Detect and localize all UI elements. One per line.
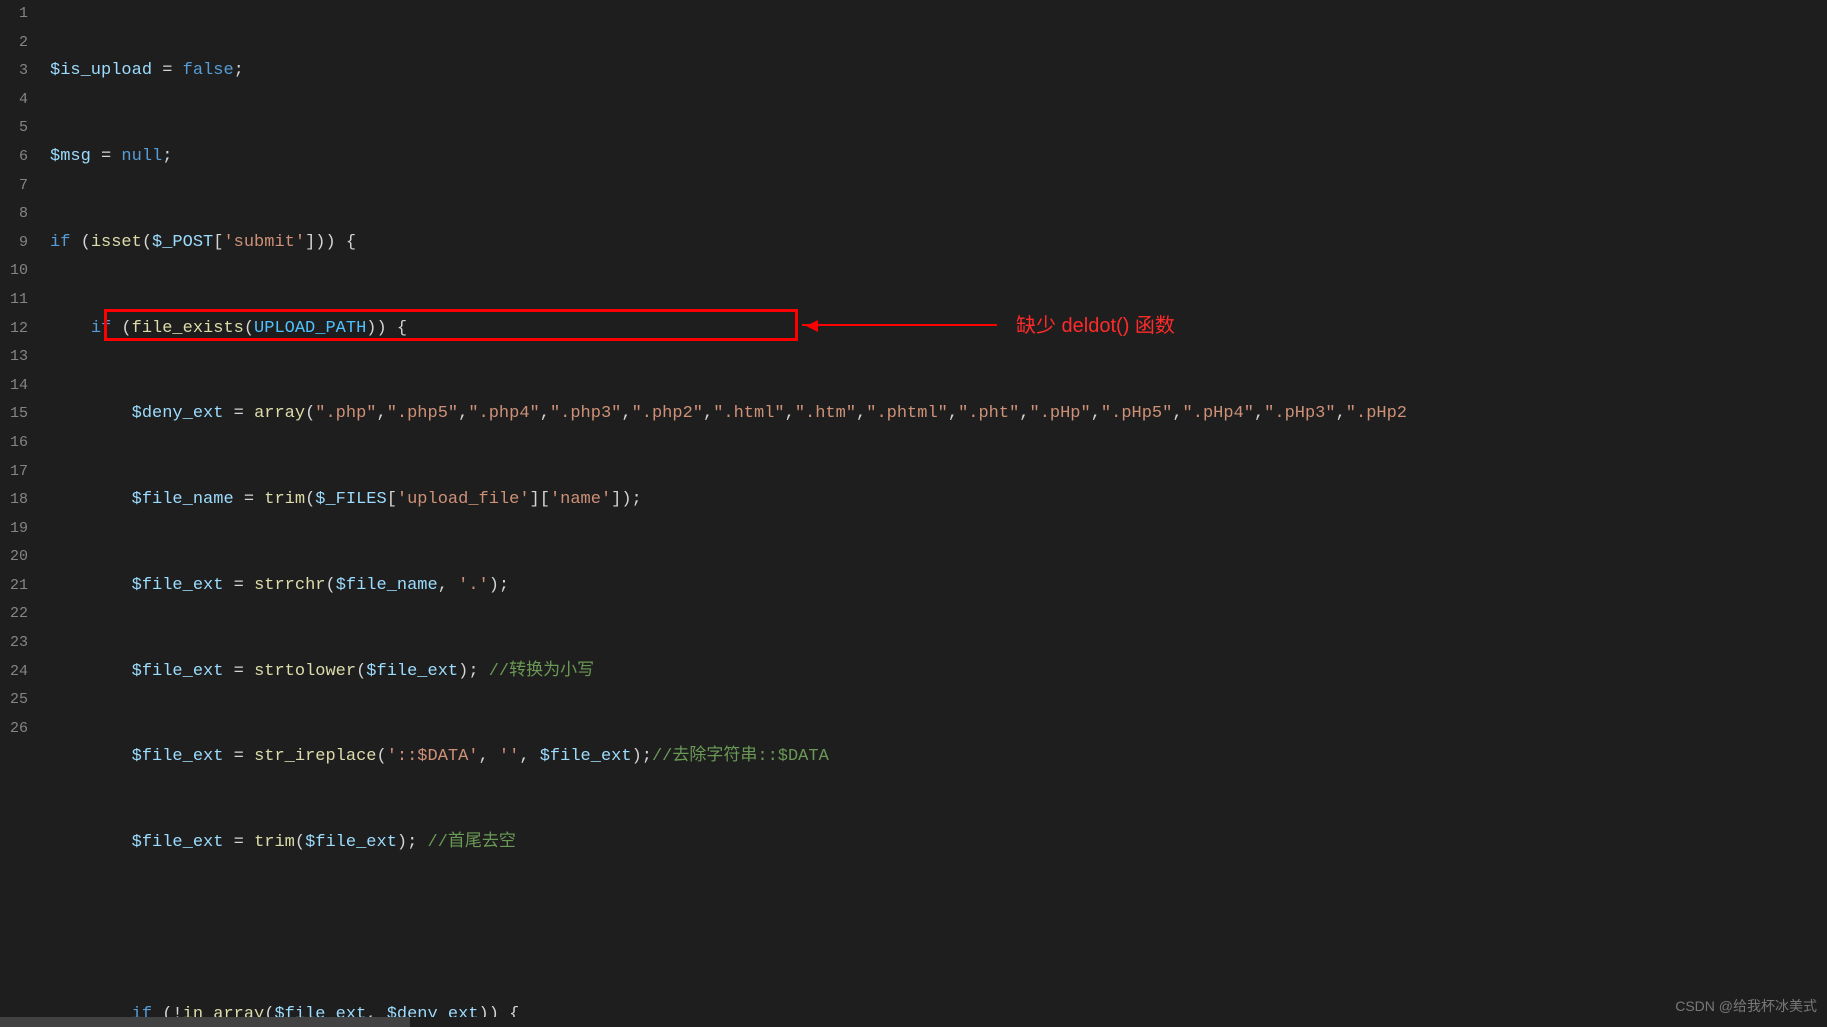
line-number: 5 — [0, 114, 28, 143]
line-number: 17 — [0, 458, 28, 487]
code-line: $deny_ext = array(".php",".php5",".php4"… — [50, 400, 1827, 429]
line-number-gutter: 1234567891011121314151617181920212223242… — [0, 0, 38, 1027]
line-number: 24 — [0, 658, 28, 687]
line-number: 15 — [0, 400, 28, 429]
code-line-empty — [50, 915, 1827, 944]
code-line: if (isset($_POST['submit'])) { — [50, 229, 1827, 258]
line-number: 9 — [0, 229, 28, 258]
line-number: 13 — [0, 343, 28, 372]
code-line: $file_ext = str_ireplace('::$DATA', '', … — [50, 743, 1827, 772]
line-number: 10 — [0, 257, 28, 286]
code-line: if (file_exists(UPLOAD_PATH)) { — [50, 315, 1827, 344]
line-number: 4 — [0, 86, 28, 115]
line-number: 11 — [0, 286, 28, 315]
code-line: $msg = null; — [50, 143, 1827, 172]
line-number: 18 — [0, 486, 28, 515]
line-number: 7 — [0, 172, 28, 201]
line-number: 8 — [0, 200, 28, 229]
line-number: 20 — [0, 543, 28, 572]
line-number: 3 — [0, 57, 28, 86]
code-line: $file_ext = trim($file_ext); //首尾去空 — [50, 829, 1827, 858]
annotation-label: 缺少 deldot() 函数 — [1016, 312, 1175, 341]
line-number: 14 — [0, 372, 28, 401]
code-area[interactable]: $is_upload = false; $msg = null; if (iss… — [38, 0, 1827, 1027]
code-line: $file_ext = strrchr($file_name, '.'); — [50, 572, 1827, 601]
line-number: 25 — [0, 686, 28, 715]
line-number: 1 — [0, 0, 28, 29]
line-number: 26 — [0, 715, 28, 744]
code-line: $is_upload = false; — [50, 57, 1827, 86]
line-number: 6 — [0, 143, 28, 172]
code-line: $file_name = trim($_FILES['upload_file']… — [50, 486, 1827, 515]
line-number: 21 — [0, 572, 28, 601]
line-number: 19 — [0, 515, 28, 544]
line-number: 23 — [0, 629, 28, 658]
line-number: 12 — [0, 315, 28, 344]
horizontal-scrollbar-thumb[interactable] — [0, 1017, 410, 1027]
code-editor: 1234567891011121314151617181920212223242… — [0, 0, 1827, 1027]
line-number: 16 — [0, 429, 28, 458]
horizontal-scrollbar[interactable] — [0, 1017, 1827, 1027]
code-line: $file_ext = strtolower($file_ext); //转换为… — [50, 658, 1827, 687]
line-number: 2 — [0, 29, 28, 58]
line-number: 22 — [0, 600, 28, 629]
